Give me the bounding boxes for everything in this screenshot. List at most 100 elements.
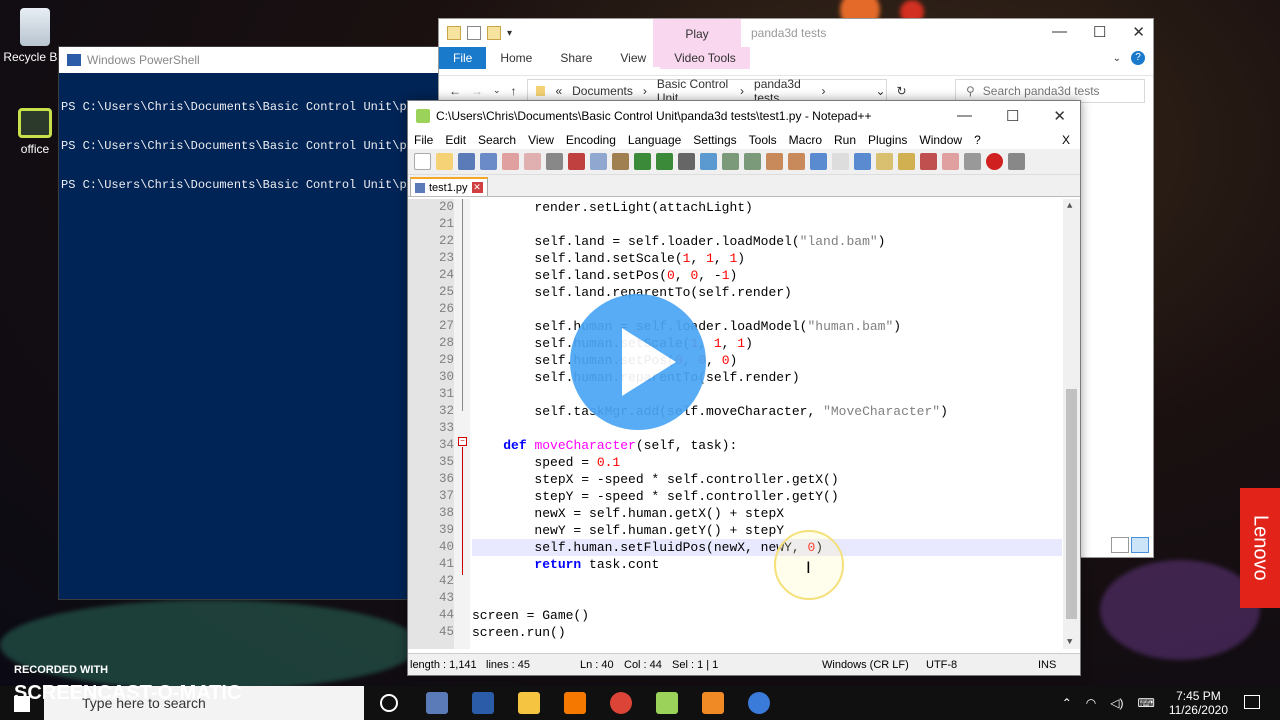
menu-tools[interactable]: Tools [743, 133, 783, 147]
video-play-button[interactable] [570, 294, 706, 430]
cortana-icon[interactable] [380, 694, 398, 712]
code-line[interactable]: 36 stepX = -speed * self.controller.getX… [439, 471, 1062, 488]
monitor-icon[interactable] [964, 153, 981, 170]
wifi-icon[interactable]: ◠ [1086, 696, 1096, 710]
code-line[interactable]: 25 self.land.reparentTo(self.render) [439, 284, 1062, 301]
volume-icon[interactable]: ◁) [1110, 696, 1123, 710]
address-bar[interactable]: « Documents › Basic Control Unit › panda… [526, 77, 887, 105]
menu-encoding[interactable]: Encoding [560, 133, 622, 147]
zoom-out-icon[interactable] [744, 153, 761, 170]
chevron-down-icon[interactable]: ▾ [507, 28, 512, 39]
code-line[interactable]: 30 self.human.reparentTo(self.render) [439, 369, 1062, 386]
chevron-down-icon[interactable]: ⌄ [875, 84, 885, 98]
chevron-up-icon[interactable]: ⌃ [1062, 696, 1072, 710]
zoom-in-icon[interactable] [722, 153, 739, 170]
menu-edit[interactable]: Edit [439, 133, 472, 147]
word-wrap-icon[interactable] [810, 153, 827, 170]
tab-file[interactable]: File [439, 47, 487, 69]
new-file-icon[interactable] [414, 153, 431, 170]
minimize-icon[interactable]: — [957, 107, 972, 125]
explorer-titlebar[interactable]: ▾ Play panda3d tests — ☐ ✕ [439, 19, 1153, 67]
tab-view[interactable]: View [606, 47, 660, 69]
menu-run[interactable]: Run [828, 133, 862, 147]
clock[interactable]: 7:45 PM 11/26/2020 [1169, 689, 1228, 717]
close-icon[interactable]: ✕ [1053, 107, 1066, 125]
code-line[interactable]: 38 newX = self.human.getX() + stepX [439, 505, 1062, 522]
code-line[interactable]: 42 [439, 573, 1062, 590]
code-line[interactable]: 39 newY = self.human.getY() + stepY [439, 522, 1062, 539]
maximize-icon[interactable]: ☐ [1006, 107, 1019, 125]
sublime-taskbar-icon[interactable] [702, 692, 724, 714]
code-line[interactable]: 33 [439, 420, 1062, 437]
menu-window[interactable]: Window [913, 133, 968, 147]
powershell-console[interactable]: PS C:\Users\Chris\Documents\Basic Contro… [59, 73, 457, 220]
file-explorer-taskbar-icon[interactable] [518, 692, 540, 714]
stop-macro-icon[interactable] [1008, 153, 1025, 170]
notepad-titlebar[interactable]: C:\Users\Chris\Documents\Basic Control U… [408, 101, 1080, 131]
user-lang-icon[interactable] [876, 153, 893, 170]
code-line[interactable]: 27 self.human = self.loader.loadModel("h… [439, 318, 1062, 335]
code-line[interactable]: 24 self.land.setPos(0, 0, -1) [439, 267, 1062, 284]
code-line[interactable]: 32 self.taskMgr.add(self.moveCharacter, … [439, 403, 1062, 420]
minimize-icon[interactable]: — [1052, 23, 1067, 41]
show-all-chars-icon[interactable] [832, 153, 849, 170]
code-line[interactable]: 21 [439, 216, 1062, 233]
code-line[interactable]: 43 [439, 590, 1062, 607]
open-file-icon[interactable] [436, 153, 453, 170]
code-line[interactable]: 28 self.human.setScale(1, 1, 1) [439, 335, 1062, 352]
close-all-icon[interactable] [524, 153, 541, 170]
tab-share[interactable]: Share [546, 47, 606, 69]
scroll-down-icon[interactable]: ▼ [1067, 637, 1072, 647]
breadcrumb-item[interactable]: Documents [572, 84, 633, 98]
powershell-titlebar[interactable]: Windows PowerShell [59, 47, 457, 73]
menu-language[interactable]: Language [622, 133, 687, 147]
record-macro-icon[interactable] [986, 153, 1003, 170]
indent-guide-icon[interactable] [854, 153, 871, 170]
tab-test1-py[interactable]: test1.py ✕ [410, 177, 488, 196]
code-line[interactable]: 41 return task.cont [439, 556, 1062, 573]
menu-search[interactable]: Search [472, 133, 522, 147]
powershell-window[interactable]: Windows PowerShell PS C:\Users\Chris\Doc… [58, 46, 458, 600]
maximize-icon[interactable]: ☐ [1093, 23, 1106, 41]
menu-plugins[interactable]: Plugins [862, 133, 913, 147]
scrollbar-thumb[interactable] [1066, 389, 1077, 619]
save-icon[interactable] [458, 153, 475, 170]
code-editor[interactable]: − 20 render.setLight(attachLight) 21 22 se… [408, 199, 1080, 649]
chevron-down-icon[interactable]: ⌄ [1113, 53, 1121, 64]
close-icon[interactable]: ✕ [1132, 23, 1145, 41]
close-file-icon[interactable] [502, 153, 519, 170]
menu-settings[interactable]: Settings [687, 133, 742, 147]
close-document-button[interactable]: X [1056, 133, 1076, 147]
copy-icon[interactable] [590, 153, 607, 170]
code-line[interactable]: 45 screen.run() [439, 624, 1062, 641]
close-tab-icon[interactable]: ✕ [471, 182, 483, 193]
refresh-icon[interactable]: ↻ [897, 84, 907, 98]
doc-map-icon[interactable] [898, 153, 915, 170]
large-icons-view-icon[interactable] [1131, 537, 1149, 553]
undo-icon[interactable] [634, 153, 651, 170]
screencast-taskbar-icon[interactable] [748, 692, 770, 714]
code-line[interactable]: 44 screen = Game() [439, 607, 1062, 624]
keyboard-icon[interactable]: ⌨ [1138, 696, 1155, 710]
powershell-taskbar-icon[interactable] [472, 692, 494, 714]
fold-marker-icon[interactable]: − [458, 437, 467, 446]
paste-icon[interactable] [612, 153, 629, 170]
tab-video-tools[interactable]: Video Tools [660, 47, 750, 69]
recent-icon[interactable]: ⌄ [493, 85, 501, 96]
code-line[interactable]: 22 self.land = self.loader.loadModel("la… [439, 233, 1062, 250]
tab-home[interactable]: Home [486, 47, 546, 69]
chrome-taskbar-icon[interactable] [610, 692, 632, 714]
code-line[interactable]: 20 render.setLight(attachLight) [439, 199, 1062, 216]
redo-icon[interactable] [656, 153, 673, 170]
find-icon[interactable] [678, 153, 695, 170]
save-all-icon[interactable] [480, 153, 497, 170]
calculator-icon[interactable] [426, 692, 448, 714]
blender-taskbar-icon[interactable] [564, 692, 586, 714]
sync-horizontal-icon[interactable] [788, 153, 805, 170]
forward-icon[interactable]: → [471, 84, 483, 98]
menu-macro[interactable]: Macro [783, 133, 828, 147]
print-icon[interactable] [546, 153, 563, 170]
vertical-scrollbar[interactable]: ▲ ▼ [1063, 199, 1080, 649]
notifications-icon[interactable] [1244, 695, 1260, 709]
help-icon[interactable]: ? [1131, 51, 1145, 65]
